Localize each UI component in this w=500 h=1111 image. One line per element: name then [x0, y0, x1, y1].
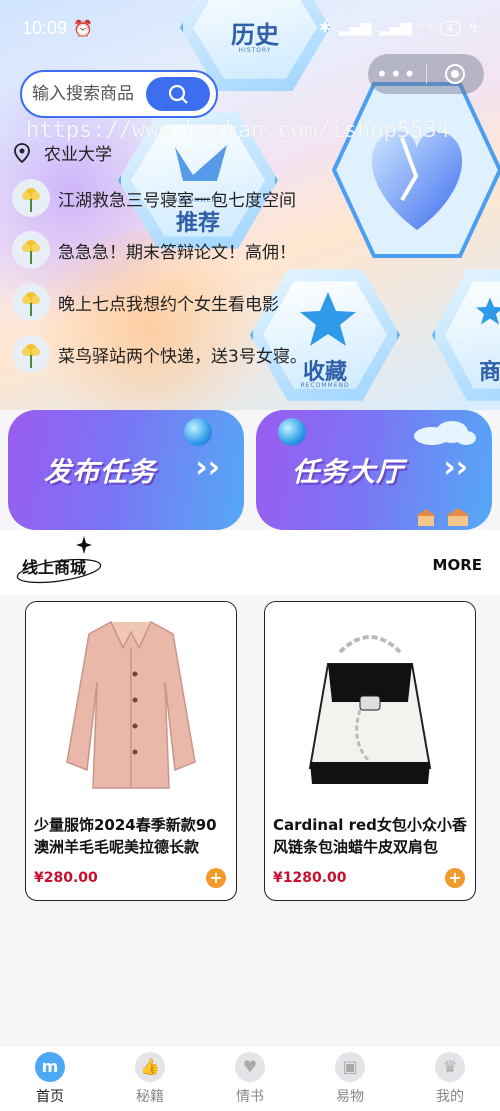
feed-text: 晚上七点我想约个女生看电影 — [58, 294, 279, 315]
signal-icon: ▂▄▆ — [338, 20, 372, 36]
product-image — [26, 602, 236, 802]
cloud-icon — [414, 421, 476, 445]
feed-item[interactable]: 菜鸟驿站两个快递，送3号女寝。 — [12, 328, 332, 380]
tab-label: 首页 — [36, 1088, 64, 1105]
search-box[interactable] — [20, 70, 218, 118]
close-target-icon — [445, 64, 466, 84]
more-link[interactable]: MORE — [433, 556, 482, 574]
sparkle-icon — [76, 536, 92, 554]
bluetooth-icon: ✱ — [319, 20, 331, 36]
tab-label: 我的 — [436, 1088, 464, 1105]
houses-icon — [416, 508, 470, 526]
wallet-icon: ▣ — [335, 1051, 365, 1082]
section-title: 线上商城 — [22, 558, 87, 577]
task-hall-banner[interactable]: 任务大厅 ›› — [256, 410, 492, 530]
star-icon — [476, 297, 500, 325]
flower-icon — [22, 292, 40, 316]
flower-icon — [22, 240, 40, 264]
product-card[interactable]: Cardinal red女包小众小香风链条包油蜡牛皮双肩包 ¥1280.00 + — [264, 601, 476, 901]
more-dots-icon: ••• — [376, 62, 418, 86]
close-button[interactable] — [427, 63, 485, 85]
flower-icon — [22, 188, 40, 212]
bag-image — [308, 635, 432, 784]
bottom-tab-bar: m 首页 👍 秘籍 ♥ 情书 ▣ 易物 ♛ 我的 — [0, 1045, 500, 1111]
avatar — [12, 283, 50, 321]
avatar — [12, 335, 50, 373]
publish-task-banner[interactable]: 发布任务 ›› — [8, 410, 244, 530]
tab-label: 情书 — [236, 1088, 264, 1105]
miniapp-capsule: ••• — [368, 54, 484, 94]
search-input[interactable] — [32, 84, 152, 104]
tab-label: 易物 — [336, 1088, 364, 1105]
flower-icon — [22, 344, 40, 368]
feed-item[interactable]: 江湖救急三号寝室一包七度空间 — [12, 172, 332, 224]
battery-icon: 4 — [439, 20, 461, 36]
search-icon — [168, 84, 188, 104]
shop-tile-label: 商 — [479, 359, 500, 385]
add-to-cart-button[interactable]: + — [445, 868, 465, 888]
location-name: 农业大学 — [44, 145, 112, 165]
tab-tips[interactable]: 👍 秘籍 — [100, 1046, 200, 1111]
chevron-right-icon: ›› — [443, 450, 468, 485]
product-price: ¥1280.00 — [273, 870, 347, 886]
product-price: ¥280.00 — [34, 870, 98, 886]
wifi-icon: ◠ — [419, 20, 432, 36]
avatar — [12, 179, 50, 217]
heart-icon: ♥ — [235, 1051, 265, 1082]
product-grid: 少量服饰2024春季新款90澳洲羊毛毛呢美拉德长款毛… ¥280.00 + Ca… — [0, 595, 500, 1045]
signal-icon: ▂▄▆ — [379, 20, 412, 36]
product-name: 少量服饰2024春季新款90澳洲羊毛毛呢美拉德长款毛… — [34, 816, 217, 856]
tab-letters[interactable]: ♥ 情书 — [200, 1046, 300, 1111]
alarm-icon: ⏰ — [73, 18, 93, 38]
product-image — [265, 602, 475, 802]
tab-swap[interactable]: ▣ 易物 — [300, 1046, 400, 1111]
clock: 10:09 — [22, 17, 68, 38]
feed-text: 菜鸟驿站两个快递，送3号女寝。 — [58, 346, 307, 367]
location[interactable]: 农业大学 — [14, 140, 112, 165]
product-card[interactable]: 少量服饰2024春季新款90澳洲羊毛毛呢美拉德长款毛… ¥280.00 + — [25, 601, 237, 901]
heart-icon — [332, 82, 500, 258]
home-icon: m — [35, 1051, 65, 1082]
online-mall-header: 线上商城 MORE — [0, 530, 500, 595]
location-pin-icon — [14, 142, 30, 163]
shop-tile[interactable]: 商 — [432, 269, 500, 401]
orb-icon — [278, 418, 306, 446]
more-button[interactable]: ••• — [368, 62, 426, 86]
tab-mine[interactable]: ♛ 我的 — [400, 1046, 500, 1111]
feed-item[interactable]: 晚上七点我想约个女生看电影 — [12, 276, 332, 328]
add-to-cart-button[interactable]: + — [206, 868, 226, 888]
task-hall-label: 任务大厅 — [292, 457, 404, 488]
coat-image — [66, 621, 196, 789]
tab-home[interactable]: m 首页 — [0, 1046, 100, 1111]
product-name: Cardinal red女包小众小香风链条包油蜡牛皮双肩包 — [273, 816, 467, 856]
publish-task-label: 发布任务 — [44, 457, 156, 488]
tab-label: 秘籍 — [136, 1088, 164, 1105]
task-feed: 江湖救急三号寝室一包七度空间 急急急！期末答辩论文！高佣！ 晚上七点我想约个女生… — [12, 172, 332, 380]
feed-item[interactable]: 急急急！期末答辩论文！高佣！ — [12, 224, 332, 276]
favorites-tile-sub: RECOMMEND — [300, 382, 350, 389]
feed-text: 急急急！期末答辩论文！高佣！ — [58, 242, 296, 263]
crown-icon: ♛ — [435, 1051, 465, 1082]
status-bar: 10:09 ⏰ ✱ ▂▄▆ ▂▄▆ ◠ 4 ϟ — [0, 0, 500, 56]
thumbs-up-icon: 👍 — [135, 1051, 165, 1082]
search-button[interactable] — [146, 77, 210, 111]
chevron-right-icon: ›› — [195, 450, 220, 485]
orb-icon — [184, 418, 212, 446]
avatar — [12, 231, 50, 269]
charging-icon: ϟ — [468, 20, 478, 36]
feed-text: 江湖救急三号寝室一包七度空间 — [58, 190, 296, 211]
